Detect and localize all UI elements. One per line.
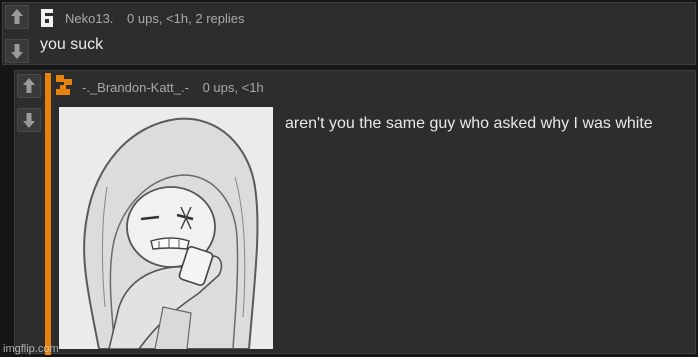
arrow-up-icon	[11, 9, 23, 24]
username-link[interactable]: Neko13.	[65, 11, 113, 26]
watermark: imgflip.com	[3, 343, 59, 355]
comment-meta: -._Brandon-Katt_.- 0 ups, <1h	[82, 80, 264, 95]
arrow-up-icon	[23, 78, 35, 93]
avatar[interactable]	[38, 7, 57, 29]
attached-image[interactable]	[59, 107, 273, 349]
comment-body: aren't you the same guy who asked why I …	[285, 115, 653, 132]
arrow-down-icon	[11, 44, 23, 59]
downvote-button[interactable]	[17, 108, 41, 132]
avatar[interactable]	[56, 75, 74, 95]
comment-thread: Neko13. 0 ups, <1h, 2 replies you suck -…	[0, 0, 698, 357]
comment-meta: Neko13. 0 ups, <1h, 2 replies	[65, 11, 245, 26]
arrow-down-icon	[23, 113, 35, 128]
comment-stats: 0 ups, <1h	[202, 80, 264, 95]
upvote-button[interactable]	[17, 74, 41, 98]
reply-comment: -._Brandon-Katt_.- 0 ups, <1h aren't you…	[14, 70, 696, 355]
comment: Neko13. 0 ups, <1h, 2 replies you suck	[2, 2, 696, 65]
username-link[interactable]: -._Brandon-Katt_.-	[82, 80, 189, 95]
comment-body: you suck	[40, 36, 104, 53]
hooded-character-sketch	[59, 107, 273, 349]
downvote-button[interactable]	[5, 39, 29, 63]
comment-stats: 0 ups, <1h, 2 replies	[127, 11, 245, 26]
reply-indent-bar	[45, 73, 51, 355]
upvote-button[interactable]	[5, 5, 29, 29]
